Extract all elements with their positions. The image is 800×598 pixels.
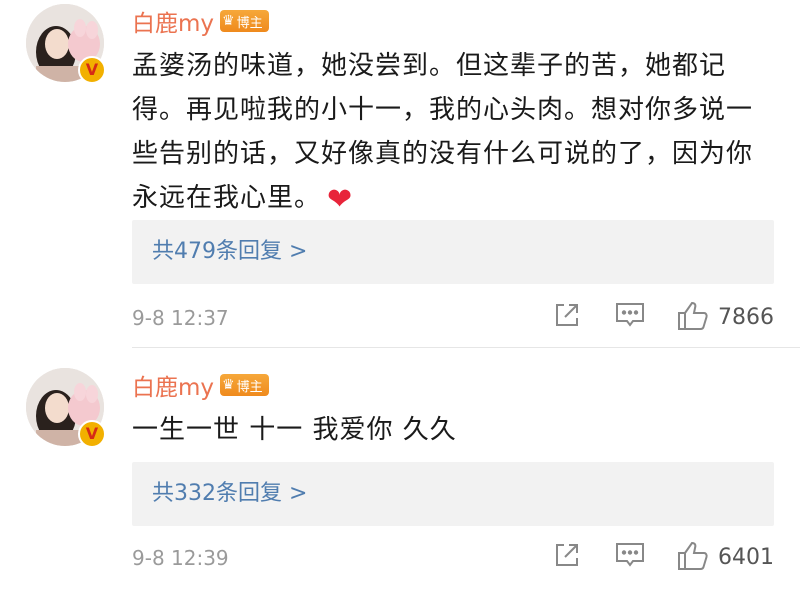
blogger-badge: ♛ 博主 [220, 10, 269, 32]
view-replies-link[interactable]: 共479条回复 > [152, 220, 307, 284]
verified-icon: V [78, 420, 106, 448]
like-icon[interactable] [676, 300, 710, 336]
badge-label: 博主 [236, 15, 263, 31]
share-icon[interactable] [552, 300, 582, 334]
crown-icon: ♛ [222, 377, 235, 393]
username[interactable]: 白鹿my [132, 4, 214, 38]
like-count: 7866 [718, 305, 774, 330]
crown-icon: ♛ [222, 13, 235, 29]
timestamp: 9-8 12:37 [132, 306, 229, 330]
divider [132, 347, 800, 348]
like-icon[interactable] [676, 540, 710, 576]
username[interactable]: 白鹿my [132, 368, 214, 402]
share-icon[interactable] [552, 540, 582, 574]
reply-box: 共332条回复 > [132, 462, 774, 526]
like-count: 6401 [718, 545, 774, 570]
verified-icon: V [78, 56, 106, 84]
comment-icon[interactable] [614, 300, 646, 334]
comment-meta: 9-8 12:39 6401 [0, 538, 800, 578]
comment-text: 孟婆汤的味道，她没尝到。但这辈子的苦，她都记得。再见啦我的小十一，我的心头肉。想… [132, 44, 772, 222]
comment-text: 一生一世 十一 我爱你 久久 [132, 415, 457, 445]
comment-meta: 9-8 12:37 7866 [0, 298, 800, 338]
heart-emoji-icon: ❤ [327, 182, 354, 217]
comment-body: 孟婆汤的味道，她没尝到。但这辈子的苦，她都记得。再见啦我的小十一，我的心头肉。想… [132, 51, 754, 213]
comment-icon[interactable] [614, 540, 646, 574]
reply-box: 共479条回复 > [132, 220, 774, 284]
badge-label: 博主 [236, 379, 263, 395]
view-replies-link[interactable]: 共332条回复 > [152, 462, 307, 526]
blogger-badge: ♛ 博主 [220, 374, 269, 396]
timestamp: 9-8 12:39 [132, 546, 229, 570]
